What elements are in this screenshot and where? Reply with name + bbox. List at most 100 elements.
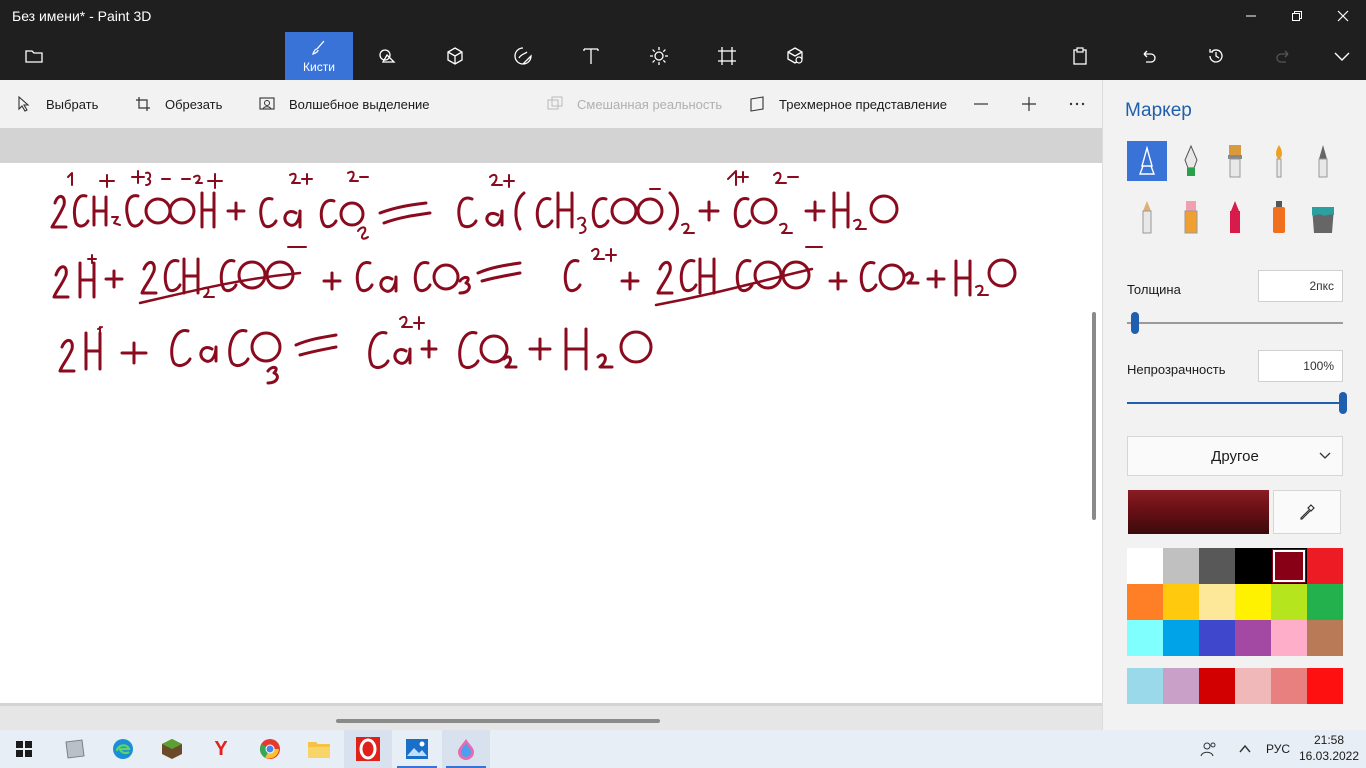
brush-icon [311,40,325,56]
tab-text[interactable] [557,32,625,80]
more-options-button[interactable] [1069,80,1085,128]
horizontal-scrollbar[interactable] [336,719,660,723]
custom-color-swatch[interactable] [1127,668,1163,704]
pencil-brush[interactable] [1127,197,1167,237]
opacity-slider-thumb[interactable] [1339,392,1347,414]
sticker-icon [514,47,532,65]
color-swatch[interactable] [1163,584,1199,620]
thickness-input[interactable]: 2пкс [1258,270,1343,302]
thickness-slider-track [1127,322,1343,324]
color-swatch[interactable] [1199,620,1235,656]
tab-canvas[interactable] [693,32,761,80]
marker-icon [1138,146,1156,175]
select-button[interactable]: Выбрать [16,80,98,128]
close-button[interactable] [1320,0,1366,32]
vertical-scrollbar[interactable] [1092,312,1096,520]
restore-button[interactable] [1274,0,1320,32]
taskbar-app-explorer[interactable] [295,730,343,768]
zoom-in-button[interactable] [1021,80,1037,128]
crayon-brush[interactable] [1215,197,1255,237]
paste-button[interactable] [1046,32,1114,80]
expand-button[interactable] [1308,32,1366,80]
color-swatch[interactable] [1235,548,1271,584]
taskbar-app-yandex[interactable]: Y [197,730,245,768]
language-indicator[interactable]: РУС [1266,730,1290,768]
calligraphy-pen-brush[interactable] [1171,141,1211,181]
palette-dropdown[interactable]: Другое [1127,436,1343,476]
undo-button[interactable] [1114,32,1182,80]
taskbar: Y РУС 21:58 16.03.2022 [0,730,1366,768]
custom-color-swatch[interactable] [1307,668,1343,704]
custom-color-swatch[interactable] [1199,668,1235,704]
color-swatch[interactable] [1235,584,1271,620]
fill-brush[interactable] [1303,197,1343,237]
custom-color-swatch[interactable] [1235,668,1271,704]
mixed-reality-button[interactable]: Смешанная реальность [547,80,722,128]
custom-color-swatch[interactable] [1163,668,1199,704]
color-swatch[interactable] [1127,584,1163,620]
tab-stickers[interactable] [489,32,557,80]
oil-brush[interactable] [1215,141,1255,181]
start-button[interactable] [0,730,48,768]
marker-brush[interactable] [1127,141,1167,181]
history-button[interactable] [1182,32,1250,80]
people-button[interactable] [1200,730,1218,768]
color-swatch[interactable] [1271,584,1307,620]
tab-3d-library[interactable] [761,32,829,80]
pixel-pen-brush[interactable] [1303,141,1343,181]
crop-button[interactable]: Обрезать [135,80,222,128]
chrome-icon [259,739,280,759]
menu-button[interactable] [0,32,68,80]
shapes-2d-icon [379,49,396,63]
view-3d-button[interactable]: Трехмерное представление [749,80,947,128]
watercolor-brush[interactable] [1259,141,1299,181]
eraser-brush[interactable] [1171,197,1211,237]
color-swatch[interactable] [1271,548,1307,584]
tab-2d-shapes[interactable] [353,32,421,80]
taskbar-app-photos[interactable] [393,730,441,768]
opacity-input[interactable]: 100% [1258,350,1343,382]
opacity-label: Непрозрачность [1127,362,1226,377]
taskbar-app-tablet[interactable] [50,730,98,768]
taskbar-app-edge[interactable] [99,730,147,768]
taskbar-app-paint3d[interactable] [442,730,490,768]
color-swatch[interactable] [1163,548,1199,584]
color-swatch[interactable] [1127,548,1163,584]
minimize-button[interactable] [1228,0,1274,32]
drawing-canvas[interactable] [0,163,1102,703]
folder-icon [308,742,330,758]
cursor-icon [18,96,30,112]
magic-select-button[interactable]: Волшебное выделение [259,80,430,128]
taskbar-app-opera[interactable] [344,730,392,768]
color-swatch[interactable] [1307,584,1343,620]
color-swatch[interactable] [1199,584,1235,620]
oil-brush-icon [1228,145,1242,178]
current-color-swatch[interactable] [1128,490,1269,534]
chevron-up-icon [1239,744,1251,753]
clock[interactable]: 21:58 16.03.2022 [1296,732,1362,764]
spray-can-brush[interactable] [1259,197,1299,237]
yandex-icon: Y [214,737,228,760]
tab-3d-shapes[interactable] [421,32,489,80]
work-area [0,128,1102,706]
color-swatch[interactable] [1127,620,1163,656]
color-swatch[interactable] [1235,620,1271,656]
taskbar-app-minecraft[interactable] [148,730,196,768]
thickness-slider-thumb[interactable] [1131,312,1140,334]
eyedropper-button[interactable] [1273,490,1341,534]
color-swatch[interactable] [1163,620,1199,656]
cube-icon [447,47,463,65]
minus-icon [974,103,988,105]
zoom-out-button[interactable] [973,80,989,128]
mixed-reality-icon [547,96,563,110]
color-swatch[interactable] [1307,620,1343,656]
tab-effects[interactable] [625,32,693,80]
magic-select-icon [259,97,275,110]
color-swatch[interactable] [1307,548,1343,584]
tray-overflow-button[interactable] [1238,730,1252,768]
tab-brushes[interactable]: Кисти [285,32,353,80]
color-swatch[interactable] [1271,620,1307,656]
color-swatch[interactable] [1199,548,1235,584]
taskbar-app-chrome[interactable] [246,730,294,768]
custom-color-swatch[interactable] [1271,668,1307,704]
